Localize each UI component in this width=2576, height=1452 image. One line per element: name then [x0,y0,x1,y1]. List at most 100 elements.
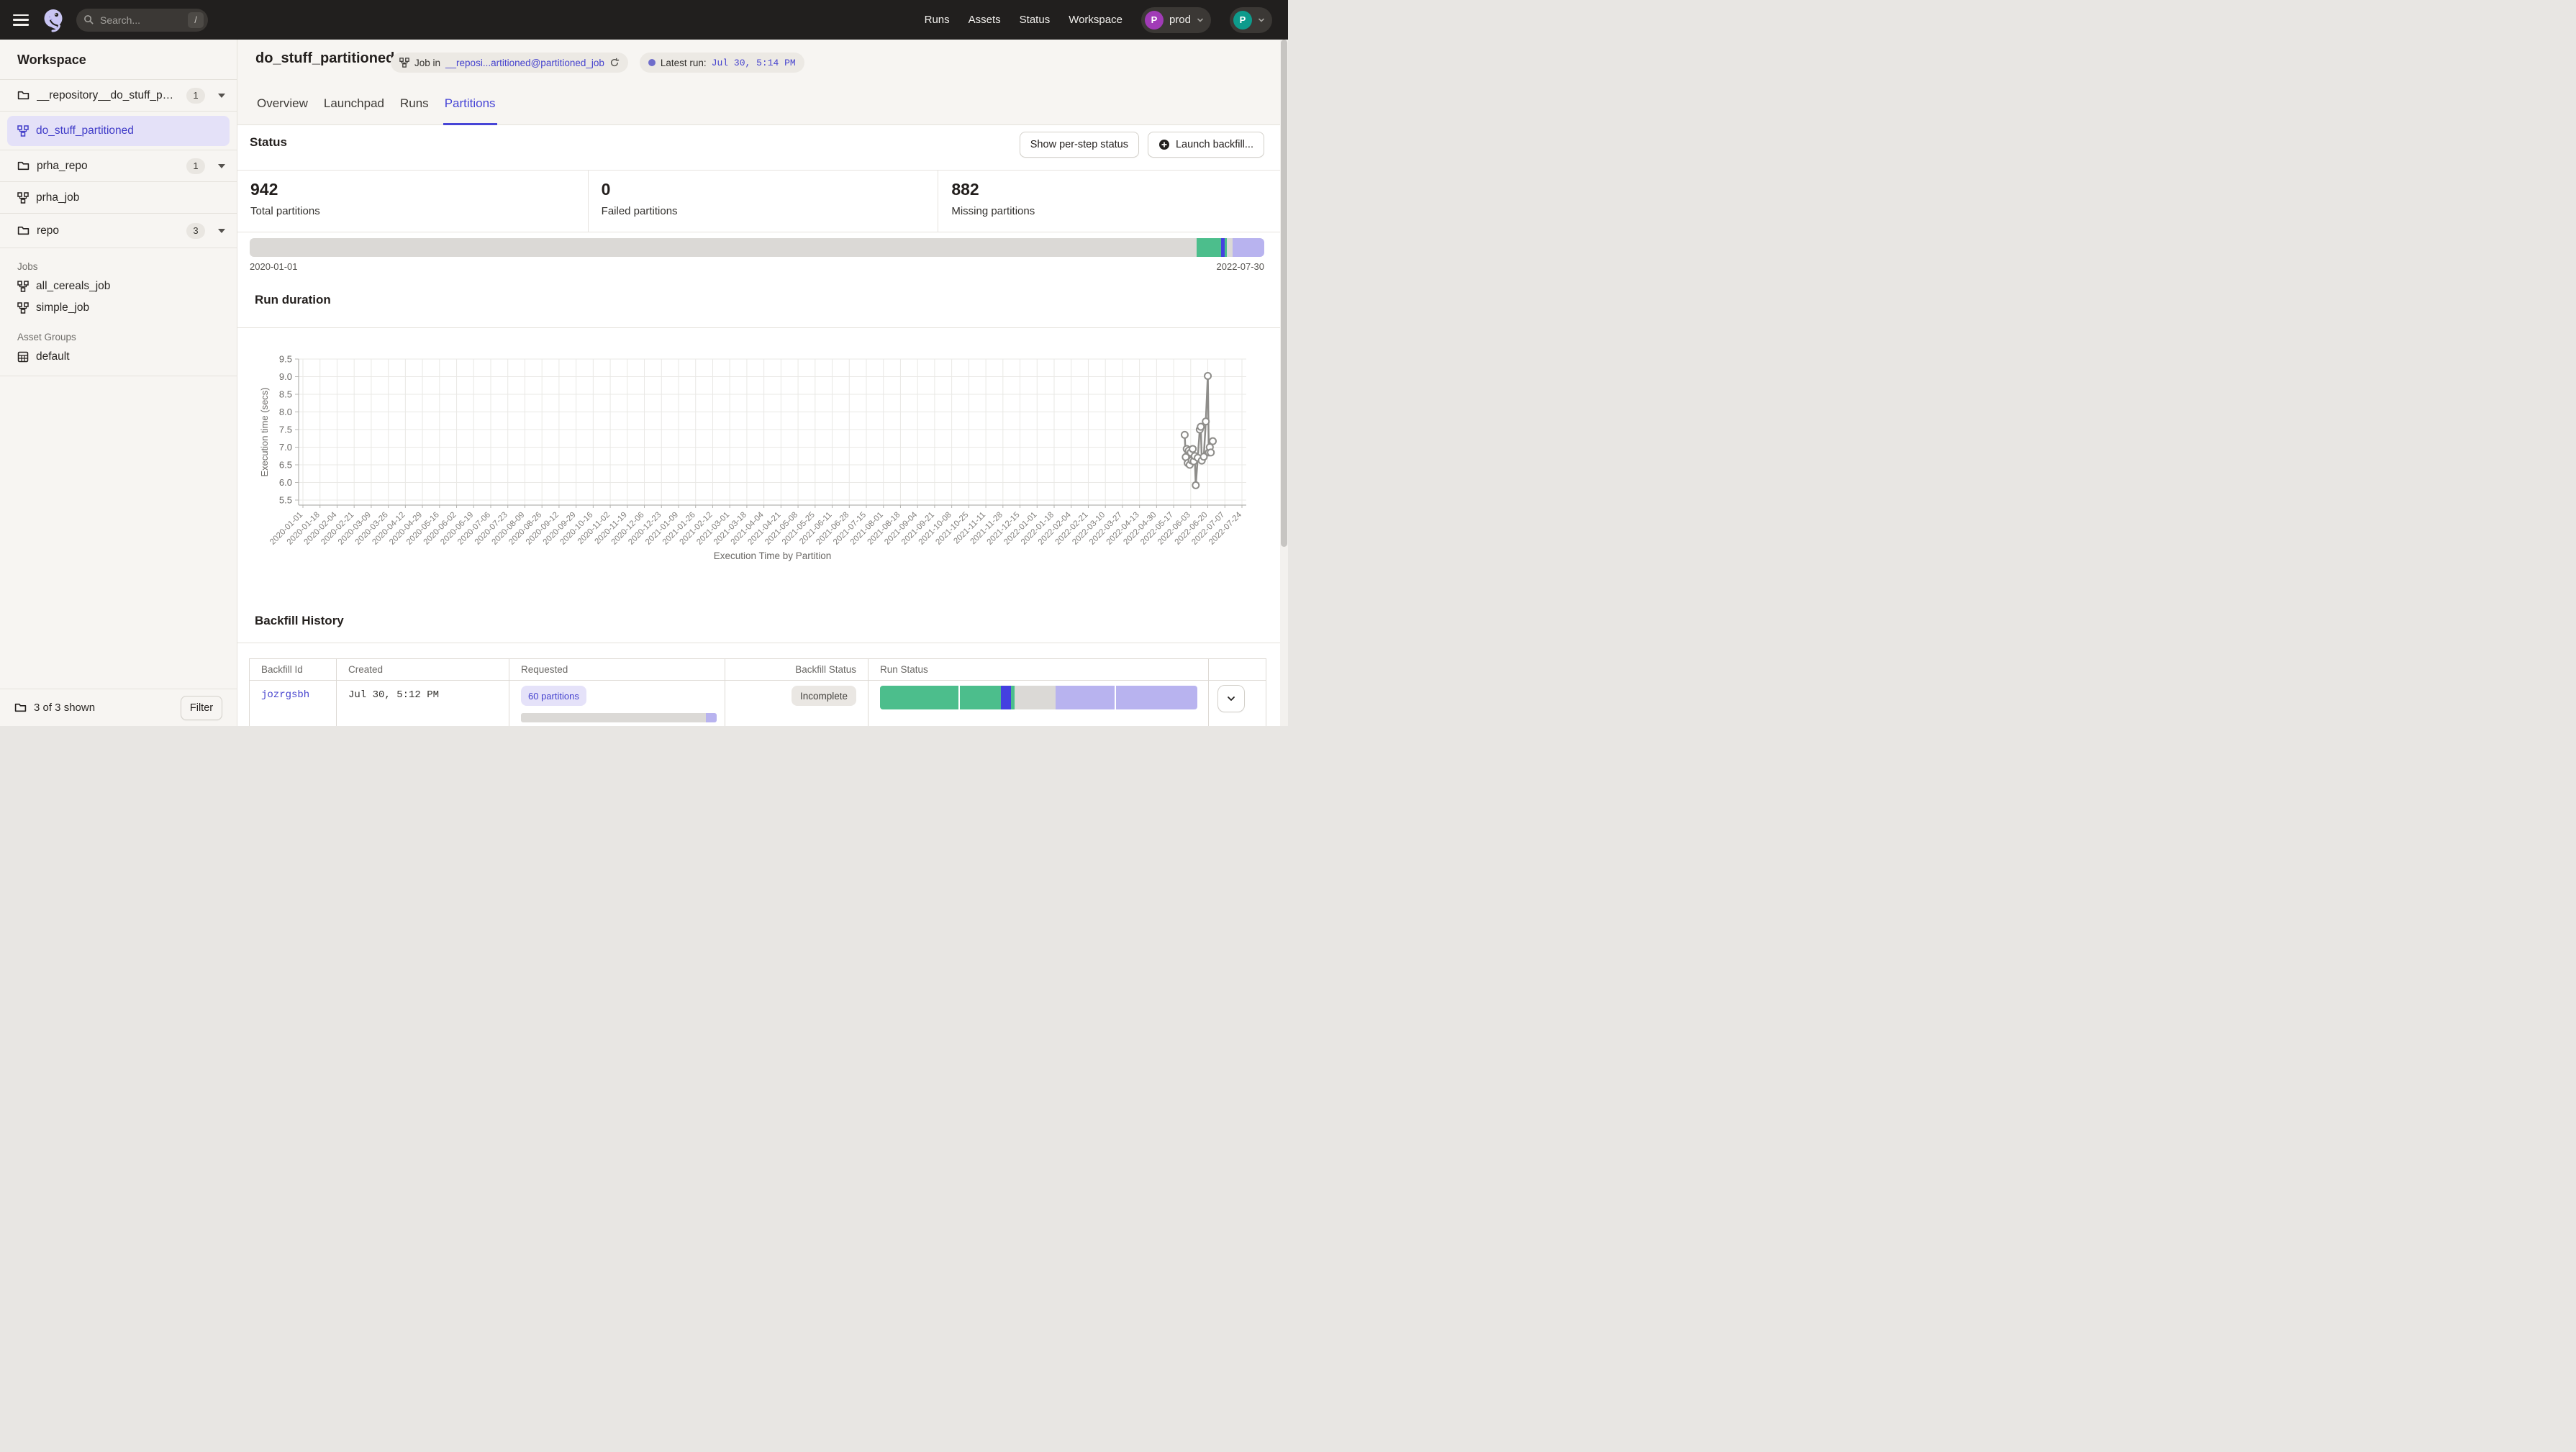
svg-text:7.0: 7.0 [279,442,292,453]
run-duration-chart: 5.56.06.57.07.58.08.59.09.52020-01-01202… [237,327,1280,608]
backfill-history-title: Backfill History [255,614,344,628]
run-status-bar[interactable] [880,686,1197,709]
hamburger-menu-icon[interactable] [13,14,29,26]
latest-run-label: Latest run: [661,58,707,68]
column-header-created: Created [336,659,509,681]
partition-status-bar[interactable] [250,238,1264,257]
folder-icon [17,89,30,101]
latest-run-time-link[interactable]: Jul 30, 5:14 PM [712,58,796,68]
sidebar-section-jobs: Jobsall_cereals_jobsimple_job [0,248,237,319]
sidebar-sections: Jobsall_cereals_jobsimple_jobAsset Group… [0,248,237,368]
cell-actions [1208,681,1266,726]
backfill-id-link[interactable]: jozrgsbh [261,689,309,701]
requested-partitions-chip[interactable]: 60 partitions [521,686,586,706]
page-scrollbar[interactable] [1280,40,1288,726]
tab-launchpad[interactable]: Launchpad [322,92,386,125]
svg-text:6.0: 6.0 [279,477,292,488]
stat-missing-partitions: 882Missing partitions [938,171,1288,232]
backfill-history-table: Backfill IdCreatedRequestedBackfill Stat… [249,658,1266,726]
refresh-icon[interactable] [609,58,620,68]
launch-backfill-button[interactable]: Launch backfill... [1148,132,1264,158]
cell-run-status [868,681,1208,726]
scrollbar-thumb[interactable] [1281,40,1287,547]
bar-segment [1233,238,1264,257]
folder-icon [17,160,30,172]
bar-segment [880,686,960,709]
sidebar-item-label: do_stuff_partitioned [36,124,134,137]
sidebar-item-label: __repository__do_stuff_partitio... [37,89,179,102]
svg-text:Execution time (secs): Execution time (secs) [259,387,270,476]
item-count-badge: 3 [186,223,205,239]
show-per-step-status-button[interactable]: Show per-step status [1020,132,1139,158]
sidebar-item-row: do_stuff_partitioned [0,112,237,150]
caret-down-icon[interactable] [218,94,225,98]
header-chips: Job in __reposi...artitioned@partitioned… [391,53,804,73]
partition-stats: 942Total partitions0Failed partitions882… [237,170,1288,232]
nav-link-workspace[interactable]: Workspace [1069,14,1123,26]
requested-bar-end-date: 2022-07-30 [673,725,717,726]
item-count-badge: 1 [186,158,205,174]
job-chip-prefix: Job in [414,58,440,68]
svg-text:5.5: 5.5 [279,495,292,506]
tab-overview[interactable]: Overview [255,92,309,125]
sidebar-item-prha_job[interactable]: prha_job [0,182,237,214]
cell-backfill-status: Incomplete [725,681,868,726]
caret-down-icon[interactable] [218,164,225,168]
partition-bar-end-date: 2022-07-30 [1217,261,1265,272]
tab-runs[interactable]: Runs [399,92,430,125]
bar-segment [1015,686,1056,709]
created-timestamp: Jul 30, 5:12 PM [348,689,439,701]
svg-text:8.0: 8.0 [279,407,292,417]
status-section-title: Status [250,135,287,150]
sidebar-item-simple_job[interactable]: simple_job [0,297,237,319]
column-header-actions [1208,659,1266,681]
sidebar-item-__repository__do_stuff_partitio[interactable]: __repository__do_stuff_partitio...1 [0,80,237,112]
chevron-down-icon [1226,694,1236,704]
job-icon [17,125,29,137]
nav-link-runs[interactable]: Runs [925,14,950,26]
svg-text:8.5: 8.5 [279,389,292,400]
sidebar-item-label: default [36,350,70,363]
stat-value: 942 [250,180,588,199]
chevron-down-icon [1258,17,1265,24]
job-chip-link[interactable]: __reposi...artitioned@partitioned_job [445,58,604,68]
sidebar-item-do_stuff_partitioned[interactable]: do_stuff_partitioned [7,116,230,146]
user-menu[interactable]: P [1230,7,1272,33]
page-title: do_stuff_partitioned [255,50,394,67]
job-chip: Job in __reposi...artitioned@partitioned… [391,53,628,73]
search-icon [83,14,94,25]
search-shortcut-key: / [188,12,204,28]
dagster-logo-icon[interactable] [40,7,66,33]
row-expand-button[interactable] [1217,685,1245,712]
stat-total-partitions: 942 Total partitions [237,171,588,232]
bar-segment [706,713,717,722]
asset-group-icon [17,351,29,363]
sidebar-item-label: prha_job [36,191,225,204]
bar-segment [250,238,1197,257]
nav-link-status[interactable]: Status [1020,14,1051,26]
search-placeholder: Search... [100,14,188,26]
sidebar-item-all_cereals_job[interactable]: all_cereals_job [0,276,237,297]
filter-button[interactable]: Filter [181,696,222,720]
stat-label: Total partitions [250,205,588,217]
sidebar-item-label: prha_repo [37,160,179,173]
sidebar-title: Workspace [0,40,237,80]
caret-down-icon[interactable] [218,229,225,233]
top-nav: Search... / Runs Assets Status Workspace P … [0,0,1288,40]
workspace-sidebar: Workspace __repository__do_stuff_partiti… [0,40,237,726]
tab-partitions[interactable]: Partitions [443,92,497,125]
section-heading: Jobs [0,257,237,276]
requested-partitions-bar [521,713,717,722]
dagster-partitions-page: Search... / Runs Assets Status Workspace P … [0,0,1288,726]
sidebar-item-default[interactable]: default [0,346,237,368]
deployment-label: prod [1169,14,1191,26]
svg-text:6.5: 6.5 [279,460,292,471]
stat-value: 0 [602,180,938,199]
column-header-backfill-id: Backfill Id [250,659,336,681]
deployment-switcher[interactable]: P prod [1141,7,1211,33]
search-input[interactable]: Search... / [76,9,208,32]
nav-link-assets[interactable]: Assets [969,14,1001,26]
job-icon [17,302,29,314]
sidebar-item-repo[interactable]: repo3 [0,214,237,248]
sidebar-item-prha_repo[interactable]: prha_repo 1 [0,150,237,182]
